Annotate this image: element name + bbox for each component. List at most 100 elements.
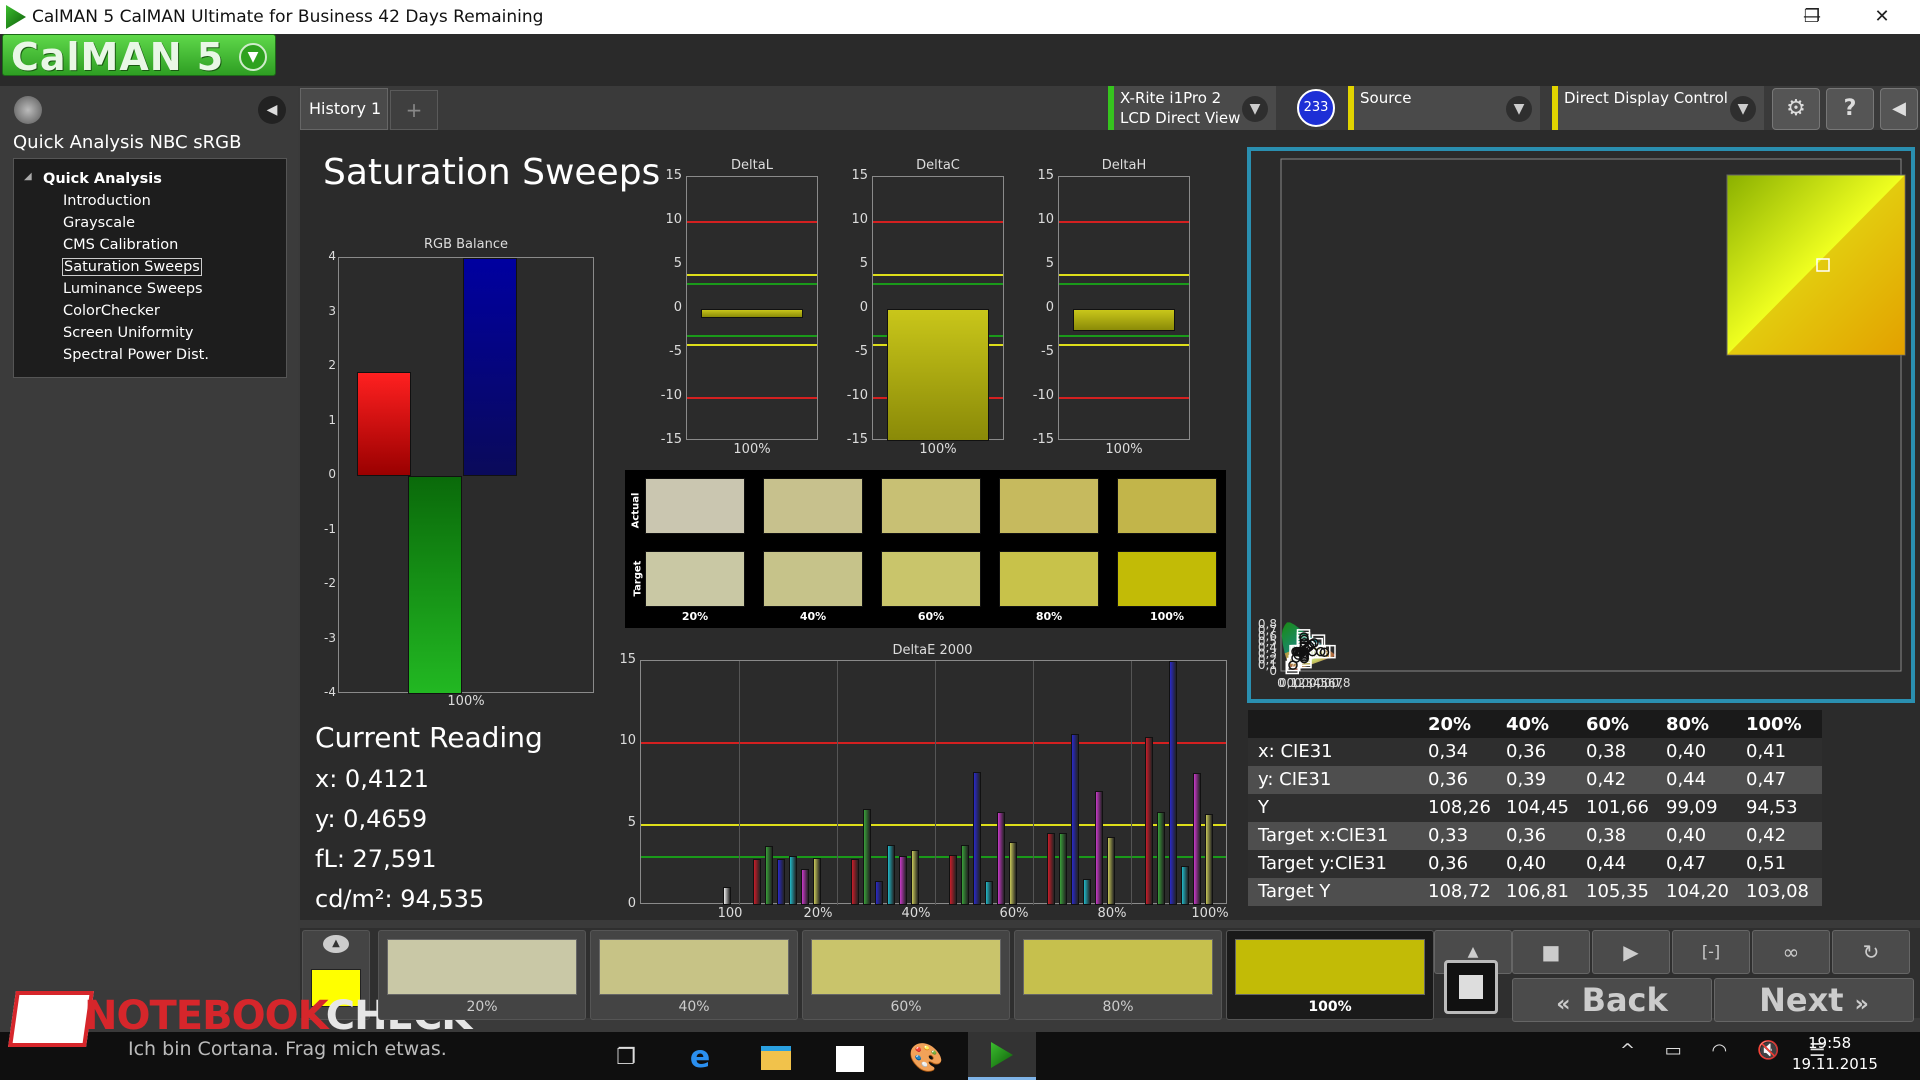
reading-y: y: 0,4659 [315,805,428,833]
bottom-swatch-button[interactable]: 60% [802,930,1010,1020]
tree-item-grayscale[interactable]: Grayscale [63,215,135,231]
target-row-label: Target [632,560,644,597]
deltae-bar [813,857,821,905]
delta-ytick: 0 [859,300,868,315]
table-cell: 0,41 [1746,741,1787,762]
tab-history-1[interactable]: History 1 [300,88,388,130]
tree-group-quick-analysis[interactable]: Quick Analysis [43,171,162,187]
calman-task-icon[interactable] [968,1032,1036,1080]
rgb-ytick: -4 [324,685,336,699]
delta-ytick: 5 [1045,256,1054,271]
tree-item-cms-calibration[interactable]: CMS Calibration [63,237,178,253]
bottom-swatch-button[interactable]: 40% [590,930,798,1020]
loop-button[interactable]: ∞ [1752,930,1830,974]
delta-threshold-line [873,221,1003,223]
store-icon[interactable] [830,1038,870,1078]
delta-chart-plot [686,176,818,440]
table-column-header: 20% [1428,714,1472,735]
close-button[interactable]: ✕ [1862,4,1902,30]
delta-threshold-line [687,397,817,399]
task-view-icon[interactable]: ❐ [606,1038,646,1078]
paint-icon[interactable]: 🎨 [906,1038,946,1078]
bottom-swatch-label: 60% [890,999,922,1015]
tree-item-saturation-sweeps[interactable]: Saturation Sweeps [62,258,202,276]
rgb-ytick: -1 [324,521,336,536]
play-button[interactable]: ▶ [1592,930,1670,974]
stop-record-button[interactable] [1444,960,1498,1014]
meter-selector[interactable]: X-Rite i1Pro 2 LCD Direct View ▼ [1108,86,1276,130]
deltae-group-divider [935,661,936,905]
chevron-down-icon[interactable]: ▼ [1242,96,1268,122]
table-column-header: 40% [1506,714,1550,735]
display-selector[interactable]: Direct Display Control ▼ [1552,86,1764,130]
tree-item-screen-uniformity[interactable]: Screen Uniformity [63,325,193,341]
swatch-grid: 20% 40% 60% 80% 100% [645,478,1220,626]
deltae-bar [1009,841,1017,905]
bottom-swatch-button[interactable]: 20% [378,930,586,1020]
delta-ytick: 5 [859,256,868,271]
delta-threshold-line [1059,344,1189,347]
table-column-header: 100% [1746,714,1802,735]
table-row-label: x: CIE31 [1258,741,1333,762]
bottom-swatch-button[interactable]: 80% [1014,930,1222,1020]
table-cell: 0,47 [1746,769,1787,790]
clock-date[interactable]: 19.11.2015 [1792,1055,1878,1073]
delta-threshold-line [1059,273,1189,276]
scroll-up-icon[interactable]: ▲ [323,935,349,953]
measurement-table: 20% 40% 60% 80% 100% x: CIE31 0,34 0,36 0,38 0,40… [1248,710,1822,906]
deltae-group-divider [739,661,740,905]
deltae-bar [875,880,883,905]
deltae-bar [949,854,957,905]
meter-badge[interactable]: 233 [1297,89,1335,127]
table-cell: 108,26 [1428,797,1491,818]
bottom-swatch-label: 80% [1102,999,1134,1015]
table-row: Target Y 108,72 106,81 105,35 104,20 103,08 [1248,878,1822,906]
chevron-down-icon[interactable]: ▼ [1730,96,1756,122]
back-label: Back [1581,981,1668,1019]
table-cell: 0,47 [1666,853,1707,874]
deltae-bar [863,809,871,905]
next-chevron-icon: » [1854,992,1869,1017]
bottom-swatch-button[interactable]: 100% [1226,930,1434,1020]
settings-gear-icon[interactable]: ⚙ [1772,88,1820,130]
maximize-button[interactable]: ❐ [1792,4,1832,30]
edge-icon[interactable]: e [680,1038,720,1078]
stop-button[interactable]: ■ [1512,930,1590,974]
rgb-balance-yaxis: 4 3 2 1 0 -1 -2 -3 -4 [318,249,338,699]
table-row-label: Target Y [1258,881,1331,902]
refresh-button[interactable]: ↻ [1832,930,1910,974]
swatch-level-label: 20% [681,610,709,623]
add-tab-button[interactable]: + [390,90,438,130]
table-cell: 0,39 [1506,769,1547,790]
next-button[interactable]: Next » [1714,978,1914,1022]
tree-item-colorchecker[interactable]: ColorChecker [63,303,160,319]
table-cell: 106,81 [1506,881,1569,902]
table-cell: 0,51 [1746,853,1787,874]
logo-dropdown-icon[interactable]: ▼ [239,43,267,71]
help-icon[interactable]: ? [1826,88,1874,130]
record-icon[interactable] [14,96,42,124]
clock-time[interactable]: 19:58 [1808,1034,1851,1052]
deltae-bar [1083,878,1091,905]
table-cell: 94,53 [1746,797,1798,818]
deltae-bar [1181,865,1189,905]
back-button[interactable]: « Back [1512,978,1712,1022]
delta-ytick: -10 [1032,388,1054,403]
table-cell: 0,36 [1506,825,1547,846]
frame-button[interactable]: [-] [1672,930,1750,974]
explorer-icon[interactable] [756,1038,796,1078]
collapse-right-icon[interactable]: ◀ [1880,88,1918,130]
deltae-xlabel: 40% [901,906,931,921]
delta-threshold-line [873,273,1003,276]
deltae-threshold-line [641,742,1226,745]
tree-item-introduction[interactable]: Introduction [63,193,151,209]
calman-logo[interactable]: CalMAN 5 ▼ [2,34,276,79]
collapse-panel-icon[interactable]: ◀ [258,96,286,124]
tree-item-luminance-sweeps[interactable]: Luminance Sweeps [63,281,203,297]
bottom-swatch-label: 40% [678,999,710,1015]
tree-expand-icon[interactable]: ◢ [24,171,32,182]
chevron-down-icon[interactable]: ▼ [1506,96,1532,122]
rgb-bar-red [357,372,411,476]
source-selector[interactable]: Source ▼ [1348,86,1540,130]
tree-item-spectral-power[interactable]: Spectral Power Dist. [63,347,209,363]
